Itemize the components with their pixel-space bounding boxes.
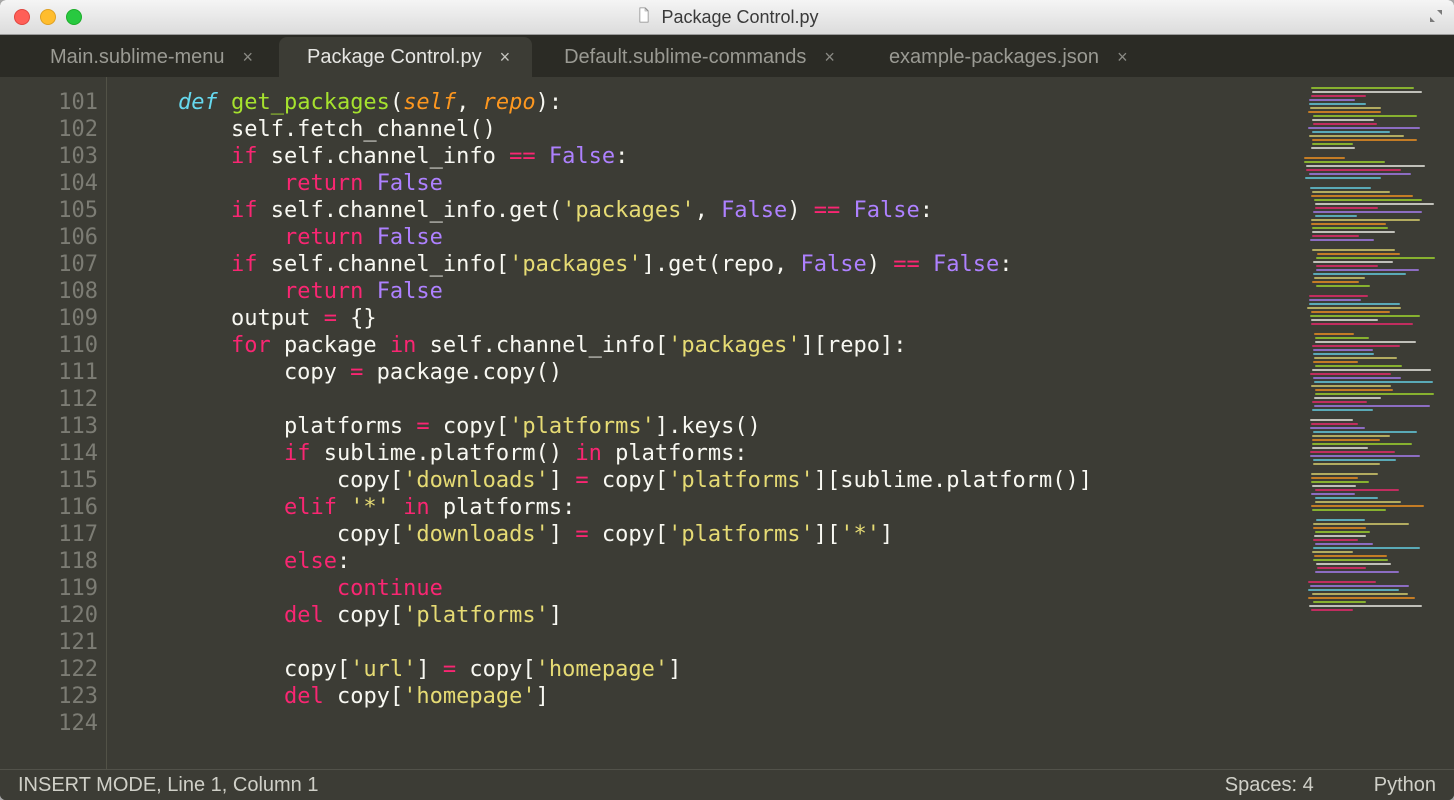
line-number: 113 xyxy=(0,413,98,440)
minimap-block xyxy=(1300,419,1450,465)
minimap-block xyxy=(1300,87,1450,149)
minimap-block xyxy=(1300,581,1450,611)
line-number: 107 xyxy=(0,251,98,278)
minimap-block xyxy=(1300,333,1450,411)
line-number: 110 xyxy=(0,332,98,359)
code-line: def get_packages(self, repo): xyxy=(125,89,1296,116)
code-content[interactable]: def get_packages(self, repo): self.fetch… xyxy=(107,77,1296,769)
code-line xyxy=(125,386,1296,413)
tab-default-sublime-commands[interactable]: Default.sublime-commands × xyxy=(536,37,857,77)
code-line: copy['downloads'] = copy['platforms'][su… xyxy=(125,467,1296,494)
code-line: output = {} xyxy=(125,305,1296,332)
tab-label: Package Control.py xyxy=(307,46,482,69)
code-line: if self.channel_info.get('packages', Fal… xyxy=(125,197,1296,224)
code-line: if sublime.platform() in platforms: xyxy=(125,440,1296,467)
tab-label: example-packages.json xyxy=(889,46,1099,69)
line-number: 103 xyxy=(0,143,98,170)
tab-label: Default.sublime-commands xyxy=(564,46,806,69)
minimap-block xyxy=(1300,187,1450,241)
tab-package-control-py[interactable]: Package Control.py × xyxy=(279,37,532,77)
zoom-window-button[interactable] xyxy=(66,9,82,25)
line-number: 118 xyxy=(0,548,98,575)
line-number: 111 xyxy=(0,359,98,386)
tab-close-icon[interactable]: × xyxy=(1117,47,1128,68)
line-number: 112 xyxy=(0,386,98,413)
line-number: 109 xyxy=(0,305,98,332)
titlebar: Package Control.py xyxy=(0,0,1454,35)
line-number: 117 xyxy=(0,521,98,548)
code-line: return False xyxy=(125,278,1296,305)
status-indentation[interactable]: Spaces: 4 xyxy=(1225,774,1314,797)
traffic-lights xyxy=(14,9,82,25)
minimize-window-button[interactable] xyxy=(40,9,56,25)
code-line: platforms = copy['platforms'].keys() xyxy=(125,413,1296,440)
minimap-block xyxy=(1300,473,1450,511)
line-number: 101 xyxy=(0,89,98,116)
tab-close-icon[interactable]: × xyxy=(500,47,511,68)
close-window-button[interactable] xyxy=(14,9,30,25)
line-number: 104 xyxy=(0,170,98,197)
status-bar: INSERT MODE, Line 1, Column 1 Spaces: 4 … xyxy=(0,769,1454,800)
code-line xyxy=(125,710,1296,737)
tab-close-icon[interactable]: × xyxy=(243,47,254,68)
code-line: self.fetch_channel() xyxy=(125,116,1296,143)
line-number: 106 xyxy=(0,224,98,251)
tab-main-sublime-menu[interactable]: Main.sublime-menu × xyxy=(22,37,275,77)
document-icon xyxy=(635,6,653,29)
code-line: copy['url'] = copy['homepage'] xyxy=(125,656,1296,683)
code-line: continue xyxy=(125,575,1296,602)
tab-example-packages-json[interactable]: example-packages.json × xyxy=(861,37,1150,77)
tab-label: Main.sublime-menu xyxy=(50,46,225,69)
line-number: 114 xyxy=(0,440,98,467)
line-number: 119 xyxy=(0,575,98,602)
window-title: Package Control.py xyxy=(0,6,1454,29)
minimap-block xyxy=(1300,249,1450,287)
line-number: 123 xyxy=(0,683,98,710)
line-number: 105 xyxy=(0,197,98,224)
tab-close-icon[interactable]: × xyxy=(824,47,835,68)
line-number: 115 xyxy=(0,467,98,494)
minimap-block xyxy=(1300,519,1450,573)
code-line: copy['downloads'] = copy['platforms']['*… xyxy=(125,521,1296,548)
code-line: else: xyxy=(125,548,1296,575)
code-line: return False xyxy=(125,170,1296,197)
line-number: 108 xyxy=(0,278,98,305)
status-language[interactable]: Python xyxy=(1374,774,1436,797)
line-number: 120 xyxy=(0,602,98,629)
fullscreen-button[interactable] xyxy=(1428,8,1444,24)
code-line xyxy=(125,629,1296,656)
minimap-block xyxy=(1300,157,1450,179)
line-number: 102 xyxy=(0,116,98,143)
code-line: elif '*' in platforms: xyxy=(125,494,1296,521)
code-line: for package in self.channel_info['packag… xyxy=(125,332,1296,359)
line-number: 121 xyxy=(0,629,98,656)
minimap[interactable] xyxy=(1296,77,1454,769)
code-line: if self.channel_info == False: xyxy=(125,143,1296,170)
tab-bar: Main.sublime-menu×Package Control.py×Def… xyxy=(0,35,1454,77)
window-title-text: Package Control.py xyxy=(661,7,818,28)
line-number: 116 xyxy=(0,494,98,521)
line-number-gutter: 1011021031041051061071081091101111121131… xyxy=(0,77,107,769)
code-line: del copy['homepage'] xyxy=(125,683,1296,710)
code-line: return False xyxy=(125,224,1296,251)
line-number: 124 xyxy=(0,710,98,737)
status-mode-position: INSERT MODE, Line 1, Column 1 xyxy=(18,774,319,797)
minimap-block xyxy=(1300,295,1450,325)
code-line: copy = package.copy() xyxy=(125,359,1296,386)
code-line: if self.channel_info['packages'].get(rep… xyxy=(125,251,1296,278)
line-number: 122 xyxy=(0,656,98,683)
code-line: del copy['platforms'] xyxy=(125,602,1296,629)
editor-area: 1011021031041051061071081091101111121131… xyxy=(0,77,1454,769)
editor-window: Package Control.py Main.sublime-menu×Pac… xyxy=(0,0,1454,800)
